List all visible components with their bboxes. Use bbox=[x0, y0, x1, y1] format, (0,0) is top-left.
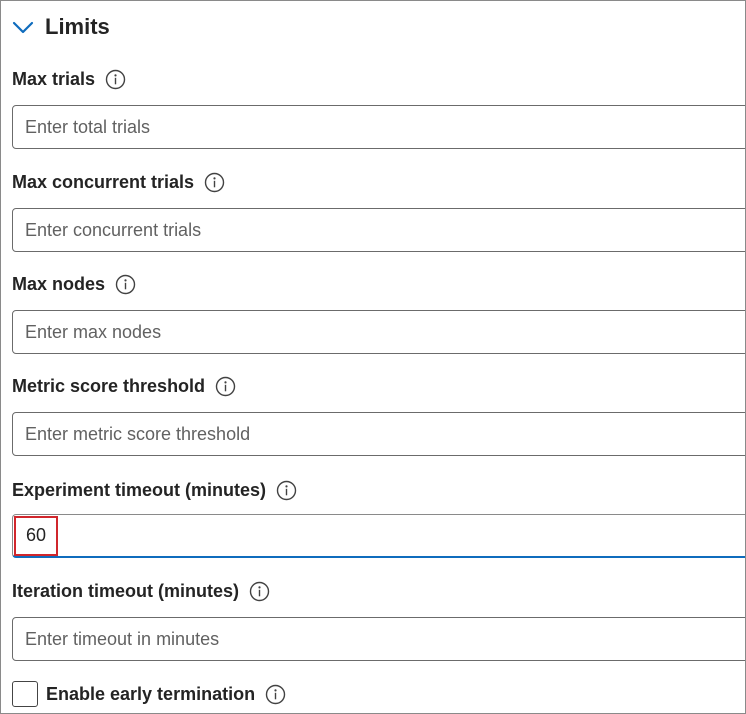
info-icon[interactable] bbox=[215, 376, 236, 397]
max-concurrent-trials-input[interactable]: Enter concurrent trials bbox=[12, 208, 745, 252]
early-termination-row: Enable early termination bbox=[12, 679, 286, 709]
max-trials-input[interactable]: Enter total trials bbox=[12, 105, 745, 149]
chevron-down-icon bbox=[12, 21, 34, 34]
info-icon[interactable] bbox=[265, 684, 286, 705]
max-concurrent-trials-label: Max concurrent trials bbox=[12, 170, 225, 194]
max-trials-label: Max trials bbox=[12, 67, 126, 91]
info-icon[interactable] bbox=[105, 69, 126, 90]
info-icon[interactable] bbox=[204, 172, 225, 193]
iteration-timeout-input[interactable]: Enter timeout in minutes bbox=[12, 617, 745, 661]
info-icon[interactable] bbox=[276, 480, 297, 501]
early-termination-checkbox[interactable] bbox=[12, 681, 38, 707]
highlighted-value: 60 bbox=[14, 515, 58, 556]
limits-panel: Limits Max trials Enter total trials Max… bbox=[0, 0, 746, 714]
experiment-timeout-label: Experiment timeout (minutes) bbox=[12, 478, 297, 502]
info-icon[interactable] bbox=[115, 274, 136, 295]
max-nodes-label: Max nodes bbox=[12, 272, 136, 296]
experiment-timeout-input[interactable]: 60 bbox=[12, 514, 745, 558]
iteration-timeout-label: Iteration timeout (minutes) bbox=[12, 579, 270, 603]
early-termination-label: Enable early termination bbox=[46, 683, 256, 704]
metric-score-threshold-label: Metric score threshold bbox=[12, 374, 236, 398]
max-nodes-input[interactable]: Enter max nodes bbox=[12, 310, 745, 354]
section-title: Limits bbox=[45, 14, 110, 39]
info-icon[interactable] bbox=[249, 581, 270, 602]
metric-score-threshold-input[interactable]: Enter metric score threshold bbox=[12, 412, 745, 456]
limits-section-header[interactable]: Limits bbox=[11, 11, 110, 43]
